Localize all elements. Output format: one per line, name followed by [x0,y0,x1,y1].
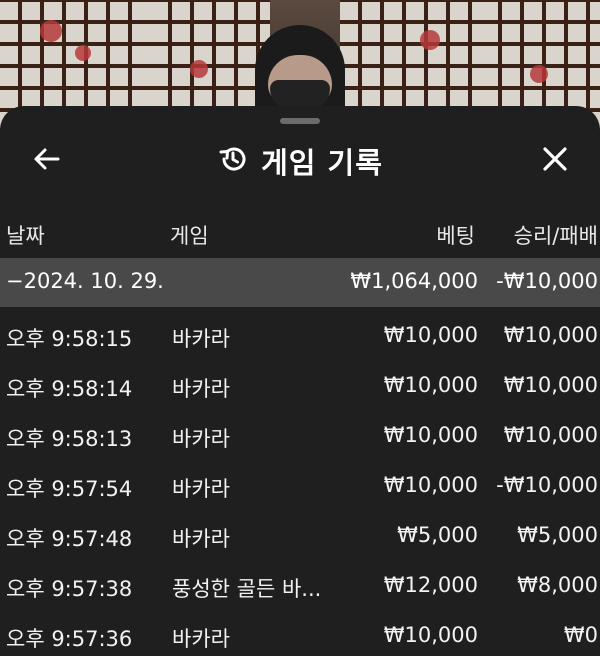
record-time: 오후 9:57:48 [6,527,133,551]
record-win-loss: ₩10,000 [503,323,598,347]
record-game: 바카라 [172,327,230,351]
record-game: 풍성한 골든 바... [172,577,322,601]
record-bet: ₩10,000 [383,373,478,397]
column-header-win-loss[interactable]: 승리/패배 [514,220,598,250]
record-bet: ₩12,000 [383,573,478,597]
arrow-left-icon [32,144,62,178]
record-bet: ₩10,000 [383,473,478,497]
blossom-decoration [530,65,548,83]
record-game: 바카라 [172,377,230,401]
table-row[interactable]: 오후 9:57:38 풍성한 골든 바... ₩12,000 ₩8,000 [0,561,600,611]
column-header-date[interactable]: 날짜 [6,220,45,250]
blossom-decoration [420,30,440,50]
record-win-loss: ₩10,000 [503,373,598,397]
column-headers: 날짜 게임 베팅 승리/패배 [0,216,600,252]
sheet-header: 게임 기록 [0,128,600,194]
records-list: 오후 9:58:15 바카라 ₩10,000 ₩10,000 오후 9:58:1… [0,311,600,656]
record-win-loss: ₩0 [563,623,598,647]
date-group-bet-total: ₩1,064,000 [350,269,478,293]
table-row[interactable]: 오후 9:57:48 바카라 ₩5,000 ₩5,000 [0,511,600,561]
table-row[interactable]: 오후 9:58:13 바카라 ₩10,000 ₩10,000 [0,411,600,461]
column-header-bet[interactable]: 베팅 [436,220,475,250]
page-title: 게임 기록 [261,146,383,180]
blossom-decoration [40,20,62,42]
record-win-loss: ₩8,000 [517,573,598,597]
blossom-decoration [75,45,91,61]
record-bet: ₩10,000 [383,323,478,347]
record-game: 바카라 [172,477,230,501]
record-time: 오후 9:58:15 [6,327,133,351]
table-row[interactable]: 오후 9:58:14 바카라 ₩10,000 ₩10,000 [0,361,600,411]
date-group-win-loss-total: -₩10,000 [496,269,598,293]
record-bet: ₩10,000 [383,623,478,647]
blossom-decoration [190,60,208,78]
record-time: 오후 9:57:38 [6,577,133,601]
history-icon [217,143,249,179]
record-game: 바카라 [172,427,230,451]
column-header-game[interactable]: 게임 [170,220,209,250]
record-time: 오후 9:58:13 [6,427,133,451]
record-game: 바카라 [172,627,230,651]
date-group-row[interactable]: −2024. 10. 29. ₩1,064,000 -₩10,000 [0,258,600,307]
table-row[interactable]: 오후 9:57:36 바카라 ₩10,000 ₩0 [0,611,600,656]
date-group-label: −2024. 10. 29. [6,269,164,293]
record-win-loss: ₩5,000 [517,523,598,547]
table-row[interactable]: 오후 9:58:15 바카라 ₩10,000 ₩10,000 [0,311,600,361]
back-button[interactable] [22,136,72,186]
record-bet: ₩5,000 [397,523,478,547]
record-time: 오후 9:58:14 [6,377,133,401]
drag-handle[interactable] [280,118,320,124]
record-game: 바카라 [172,527,230,551]
record-time: 오후 9:57:36 [6,627,133,651]
close-icon [540,144,570,178]
record-win-loss: ₩10,000 [503,423,598,447]
close-button[interactable] [530,136,580,186]
game-history-sheet: 게임 기록 날짜 게임 베팅 승리/패배 −2024. 10. 29. ₩1,0… [0,106,600,656]
record-win-loss: -₩10,000 [496,473,598,497]
table-row[interactable]: 오후 9:57:54 바카라 ₩10,000 -₩10,000 [0,461,600,511]
record-bet: ₩10,000 [383,423,478,447]
record-time: 오후 9:57:54 [6,477,133,501]
title-group: 게임 기록 [0,128,600,194]
